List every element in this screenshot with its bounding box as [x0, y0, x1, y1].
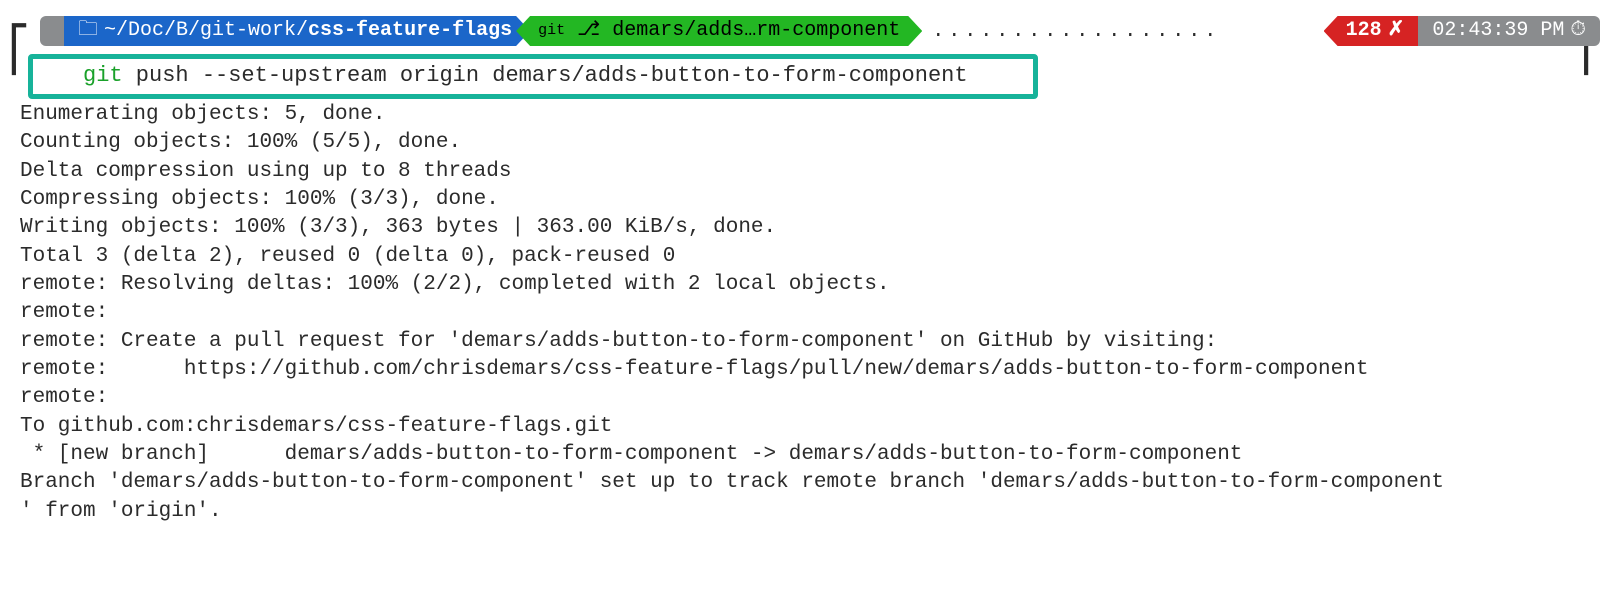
close-icon: ✗ [1388, 16, 1405, 46]
command-input-highlight[interactable]: git push --set-upstream origin demars/ad… [28, 54, 1038, 99]
path-prefix: ~/Doc/B/git-work/ [104, 16, 308, 46]
status-error-segment: 128 ✗ [1324, 16, 1419, 46]
command-git-keyword: git [83, 63, 123, 88]
status-branch-segment: git ⎇ demars/adds…rm-component [516, 16, 922, 46]
status-apple-segment [40, 16, 64, 46]
path-repo: css-feature-flags [308, 16, 512, 46]
status-dots: .................. [922, 20, 1323, 43]
time-text: 02:43:39 PM [1432, 16, 1564, 46]
status-time-segment: 02:43:39 PM ⏱ [1418, 16, 1600, 46]
clock-icon: ⏱ [1570, 16, 1586, 46]
git-label: git [538, 16, 565, 46]
branch-icon: ⎇ [577, 16, 600, 46]
status-path-segment: 🗀 ~/Doc/B/git-work/css-feature-flags [64, 16, 530, 46]
folder-icon: 🗀 [78, 16, 98, 46]
branch-name: demars/adds…rm-component [612, 16, 900, 46]
terminal-output[interactable]: Enumerating objects: 5, done. Counting o… [0, 101, 1600, 526]
error-code: 128 [1346, 16, 1382, 46]
status-bar: 🗀 ~/Doc/B/git-work/css-feature-flags git… [0, 14, 1600, 48]
command-rest: push --set-upstream origin demars/adds-b… [123, 63, 968, 88]
